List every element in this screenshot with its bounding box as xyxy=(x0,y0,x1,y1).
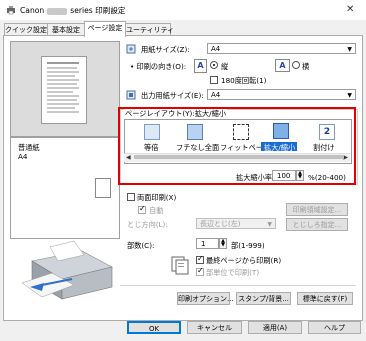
brand-name: Canon xyxy=(20,6,45,15)
window-title: Canon series 印刷設定 xyxy=(20,5,126,16)
divider xyxy=(120,285,356,286)
print-order-icon xyxy=(171,256,189,275)
portrait-label: 縦 xyxy=(221,62,229,71)
chevron-down-icon: ▼ xyxy=(347,46,352,53)
preview-line xyxy=(47,95,79,97)
preview-line xyxy=(47,67,77,69)
output-size-dropdown[interactable]: A4 ▼ xyxy=(207,89,356,100)
print-from-last-page-label: 最終ページから印刷(R) xyxy=(206,256,282,265)
stamp-background-button[interactable]: スタンプ/背景... xyxy=(236,292,291,305)
redacted-model xyxy=(47,7,68,15)
apply-button[interactable]: 適用(A) xyxy=(248,321,302,334)
print-options-button[interactable]: 印刷オプション... xyxy=(177,292,234,305)
tab-strip: クイック設定 基本設定 ページ設定 ユーティリティ xyxy=(0,20,366,37)
binding-side-label: とじ方向(L): xyxy=(127,220,168,229)
specify-margin-button[interactable]: とじしろ指定... xyxy=(286,218,348,231)
portrait-icon: A xyxy=(194,59,207,73)
orientation-label-text: 印刷の向き(O): xyxy=(136,62,187,71)
collate-label: 部単位で印刷(T) xyxy=(206,268,260,277)
title-bar: Canon series 印刷設定 ✕ xyxy=(0,0,366,20)
copies-spinner-icon[interactable]: ▲ ▼ xyxy=(219,238,227,249)
print-area-setup-button[interactable]: 印刷領域設定... xyxy=(286,203,348,216)
output-size-label: 出力用紙サイズ(E): xyxy=(141,91,204,100)
preview-line xyxy=(47,103,79,105)
print-from-last-page-checkbox[interactable] xyxy=(196,254,204,264)
defaults-button[interactable]: 標準に戻す(F) xyxy=(297,292,353,305)
tab-page-setup[interactable]: ページ設定 xyxy=(84,21,126,37)
copies-label: 部数(C): xyxy=(127,241,155,250)
preview-line xyxy=(47,99,77,101)
auto-duplex-label: 自動 xyxy=(149,206,164,215)
output-size-value: A4 xyxy=(211,91,221,99)
printer-illustration-icon xyxy=(21,240,113,300)
page-size-label: 用紙サイズ(Z): xyxy=(141,45,190,54)
preview-line xyxy=(47,107,75,109)
page-size-value: A4 xyxy=(211,45,221,53)
chevron-down-icon: ▼ xyxy=(347,92,352,99)
orientation-label: • 印刷の向き(O): xyxy=(130,62,186,72)
preview-line xyxy=(47,91,73,93)
cancel-button[interactable]: キャンセル xyxy=(187,321,242,334)
ok-button[interactable]: OK xyxy=(127,321,181,334)
copies-range-label: 部(1-999) xyxy=(231,241,265,250)
page-preview xyxy=(10,41,120,137)
chevron-down-icon: ▼ xyxy=(267,221,272,228)
preview-line xyxy=(47,62,79,64)
bullet-icon: • xyxy=(130,62,135,71)
landscape-icon: A xyxy=(275,59,290,72)
title-suffix: series 印刷設定 xyxy=(70,6,126,15)
preview-line xyxy=(47,83,77,85)
copies-input[interactable]: 1 xyxy=(196,238,219,249)
highlight-callout xyxy=(118,107,356,185)
rotate-180-label: 180度回転(1) xyxy=(221,76,267,85)
help-button[interactable]: ヘルプ xyxy=(308,321,361,334)
landscape-radio[interactable] xyxy=(292,61,300,69)
paper-icon xyxy=(95,178,111,198)
duplex-label: 両面印刷(X) xyxy=(137,193,177,202)
landscape-label: 横 xyxy=(302,62,310,71)
binding-side-value: 長辺とじ(左) xyxy=(200,220,241,228)
preview-line xyxy=(47,79,79,81)
binding-side-dropdown[interactable]: 長辺とじ(左) ▼ xyxy=(196,218,276,229)
duplex-checkbox[interactable] xyxy=(127,193,135,201)
preview-line xyxy=(47,87,79,89)
preview-line xyxy=(47,111,79,113)
preview-line xyxy=(47,71,79,73)
page-size-icon xyxy=(126,44,136,54)
preview-line xyxy=(47,75,75,77)
portrait-radio[interactable] xyxy=(210,61,218,69)
page-size-dropdown[interactable]: A4 ▼ xyxy=(207,43,356,54)
auto-duplex-checkbox[interactable] xyxy=(138,204,146,214)
rotate-180-checkbox[interactable] xyxy=(210,76,218,84)
preview-page xyxy=(41,56,87,124)
media-size-label: A4 xyxy=(18,152,28,161)
printer-app-icon xyxy=(7,6,15,15)
collate-checkbox[interactable] xyxy=(196,266,204,276)
close-icon[interactable]: ✕ xyxy=(346,4,354,15)
output-size-icon xyxy=(126,90,136,100)
